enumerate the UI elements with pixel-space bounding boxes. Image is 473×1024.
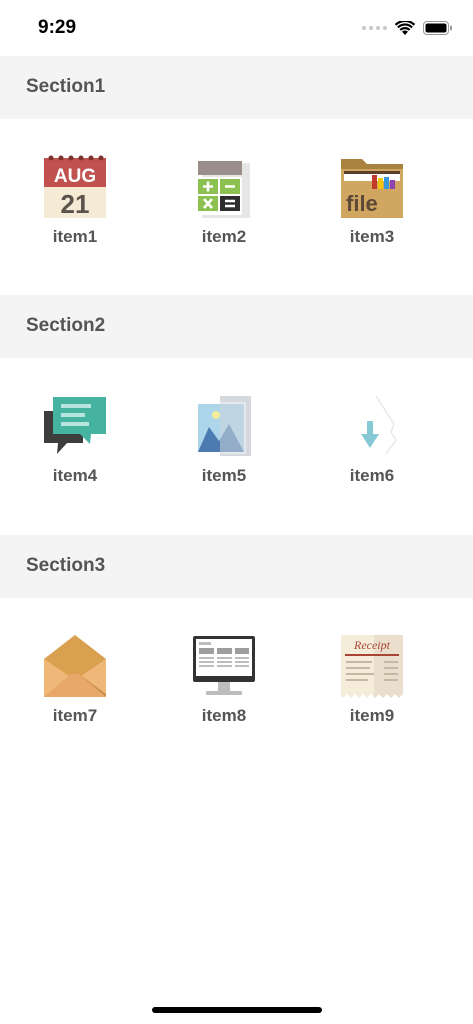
item-label: item4 (52, 466, 98, 485)
item-label: item3 (349, 227, 395, 246)
file-folder-icon: file (340, 155, 404, 219)
section-title: Section3 (26, 555, 106, 576)
svg-text:file: file (346, 191, 378, 216)
svg-text:AUG: AUG (54, 166, 96, 187)
calendar-icon: AUG 21 (43, 155, 107, 219)
svg-text:21: 21 (61, 189, 90, 219)
envelope-icon (43, 634, 107, 698)
section-header-1: Section1 (0, 56, 473, 119)
cellular-signal-icon (362, 26, 387, 30)
battery-icon (423, 21, 452, 35)
item-label: item1 (52, 227, 98, 246)
grid-item-5[interactable]: item5 (164, 394, 284, 494)
grid-item-8[interactable]: item8 (164, 634, 284, 734)
desktop-monitor-icon (192, 634, 256, 698)
status-icons (362, 20, 453, 36)
section-title: Section1 (26, 76, 106, 97)
status-bar: 9:29 (0, 0, 473, 56)
section-title: Section2 (26, 315, 106, 336)
home-indicator[interactable] (152, 1007, 322, 1013)
item-label: item9 (349, 706, 395, 725)
grid-item-2[interactable]: item2 (164, 155, 284, 255)
download-arrow-icon (340, 394, 404, 458)
item-label: item7 (52, 706, 98, 725)
chat-bubbles-icon (43, 394, 107, 458)
grid-item-6[interactable]: item6 (312, 394, 432, 494)
receipt-icon: Receipt (340, 634, 404, 698)
item-label: item2 (201, 227, 247, 246)
item-label: item6 (349, 466, 395, 485)
grid-item-3[interactable]: file item3 (312, 155, 432, 255)
calculator-icon (192, 155, 256, 219)
item-label: item8 (201, 706, 247, 725)
photo-gallery-icon (192, 394, 256, 458)
grid-item-4[interactable]: item4 (15, 394, 135, 494)
wifi-icon (395, 20, 415, 35)
section-header-2: Section2 (0, 295, 473, 358)
grid-item-7[interactable]: item7 (15, 634, 135, 734)
grid-item-1[interactable]: AUG 21 item1 (15, 155, 135, 255)
status-time: 9:29 (38, 17, 77, 38)
section-header-3: Section3 (0, 535, 473, 598)
item-label: item5 (201, 466, 247, 485)
grid-item-9[interactable]: Receipt item9 (312, 634, 432, 734)
svg-text:Receipt: Receipt (353, 638, 391, 652)
